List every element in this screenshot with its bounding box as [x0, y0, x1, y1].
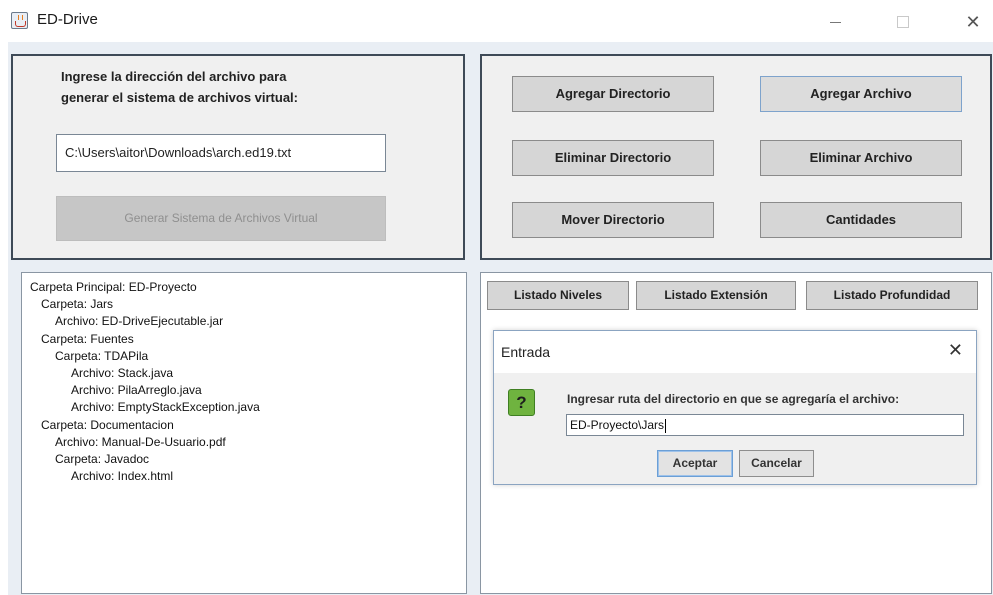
java-app-icon	[11, 12, 28, 29]
dialog-close-icon[interactable]: ✕	[948, 340, 963, 361]
title-bar: ED-Drive ✕	[0, 0, 993, 42]
path-prompt-label: Ingrese la dirección del archivo para ge…	[61, 66, 361, 108]
prompt-line-2: generar el sistema de archivos virtual:	[61, 90, 298, 105]
dialog-title: Entrada	[501, 344, 551, 360]
window-title: ED-Drive	[37, 11, 98, 28]
add-directory-button[interactable]: Agregar Directorio	[512, 76, 714, 112]
counts-button[interactable]: Cantidades	[760, 202, 962, 238]
maximize-button[interactable]	[880, 8, 926, 36]
accept-button[interactable]: Aceptar	[657, 450, 733, 477]
listing-levels-button[interactable]: Listado Niveles	[487, 281, 629, 310]
actions-panel: Agregar Directorio Agregar Archivo Elimi…	[480, 54, 992, 260]
main-area: Ingrese la dirección del archivo para ge…	[8, 42, 993, 595]
tree-item: Archivo: Index.html	[71, 469, 174, 484]
tree-item: Archivo: Manual-De-Usuario.pdf	[55, 434, 226, 449]
tree-item: Carpeta: Jars	[41, 297, 114, 312]
tree-item: Archivo: Stack.java	[71, 366, 174, 381]
listing-panel: Listado Niveles Listado Extensión Listad…	[480, 272, 992, 594]
tree-item: Carpeta: Javadoc	[55, 452, 150, 467]
text-caret	[665, 418, 667, 433]
listing-depth-button[interactable]: Listado Profundidad	[806, 281, 978, 310]
question-icon: ?	[508, 389, 535, 416]
dialog-message: Ingresar ruta del directorio en que se a…	[567, 392, 900, 406]
delete-directory-button[interactable]: Eliminar Directorio	[512, 140, 714, 176]
input-dialog: Entrada ✕ ? Ingresar ruta del directorio…	[493, 330, 977, 485]
file-input-panel: Ingrese la dirección del archivo para ge…	[11, 54, 465, 260]
close-button[interactable]: ✕	[950, 8, 993, 36]
tree-item: Archivo: ED-DriveEjecutable.jar	[55, 314, 224, 329]
tree-item: Carpeta: Fuentes	[41, 331, 134, 346]
tree-item: Carpeta: Documentacion	[41, 417, 174, 432]
prompt-line-1: Ingrese la dirección del archivo para	[61, 69, 287, 84]
tree-item: Archivo: EmptyStackException.java	[71, 400, 260, 415]
tree-item: Carpeta: TDAPila	[55, 348, 149, 363]
move-directory-button[interactable]: Mover Directorio	[512, 202, 714, 238]
delete-file-button[interactable]: Eliminar Archivo	[760, 140, 962, 176]
dialog-title-bar: Entrada ✕	[494, 331, 976, 373]
file-tree: Carpeta Principal: ED-Proyecto Carpeta: …	[30, 279, 260, 485]
add-file-button[interactable]: Agregar Archivo	[760, 76, 962, 112]
file-path-input[interactable]: C:\Users\aitor\Downloads\arch.ed19.txt	[56, 134, 386, 172]
cancel-button[interactable]: Cancelar	[739, 450, 814, 477]
file-tree-panel: Carpeta Principal: ED-Proyecto Carpeta: …	[21, 272, 467, 594]
listing-extension-button[interactable]: Listado Extensión	[636, 281, 796, 310]
tree-item: Carpeta Principal: ED-Proyecto	[30, 280, 197, 294]
directory-path-value: ED-Proyecto\Jars	[570, 418, 665, 432]
directory-path-input[interactable]: ED-Proyecto\Jars	[566, 414, 964, 436]
tree-item: Archivo: PilaArreglo.java	[71, 383, 202, 398]
minimize-button[interactable]	[812, 8, 858, 36]
generate-filesystem-button[interactable]: Generar Sistema de Archivos Virtual	[56, 196, 386, 241]
